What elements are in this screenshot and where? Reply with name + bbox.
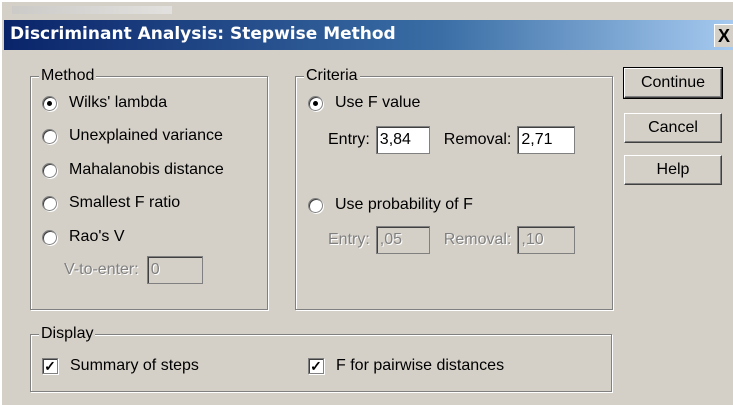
method-option-label: Mahalanobis distance bbox=[69, 161, 224, 178]
dialog-window: Discriminant Analysis: Stepwise Method X… bbox=[0, 0, 733, 405]
criteria-legend: Criteria bbox=[304, 67, 360, 85]
f-removal-label: Removal: bbox=[443, 131, 512, 148]
radio-icon[interactable] bbox=[42, 162, 57, 178]
v-to-enter-label: V-to-enter: bbox=[64, 261, 139, 278]
background-window-title bbox=[12, 6, 172, 14]
checkbox-icon[interactable]: ✓ bbox=[42, 358, 58, 374]
cancel-button[interactable]: Cancel bbox=[624, 113, 722, 143]
close-button[interactable]: X bbox=[714, 24, 733, 47]
method-option-raos-v[interactable]: Rao's V bbox=[42, 228, 125, 246]
p-entry-label: Entry: bbox=[328, 231, 370, 248]
title-bar[interactable]: Discriminant Analysis: Stepwise Method X bbox=[4, 20, 733, 50]
p-removal-field[interactable]: ,10 bbox=[517, 226, 576, 254]
close-icon: X bbox=[717, 26, 730, 46]
use-f-value-label: Use F value bbox=[335, 94, 421, 111]
method-option-label: Rao's V bbox=[69, 228, 125, 245]
f-pairwise-label: F for pairwise distances bbox=[336, 357, 505, 374]
method-option-label: Smallest F ratio bbox=[69, 194, 181, 211]
method-option-label: Wilks' lambda bbox=[69, 94, 168, 111]
window-title: Discriminant Analysis: Stepwise Method bbox=[10, 24, 396, 44]
radio-icon[interactable] bbox=[308, 95, 323, 111]
f-entry-label: Entry: bbox=[328, 131, 370, 148]
method-option-mahalanobis[interactable]: Mahalanobis distance bbox=[42, 161, 224, 179]
method-option-wilks[interactable]: Wilks' lambda bbox=[42, 94, 167, 112]
use-probability-label: Use probability of F bbox=[335, 196, 473, 213]
radio-icon[interactable] bbox=[42, 195, 57, 211]
display-summary-of-steps[interactable]: ✓ Summary of steps bbox=[42, 357, 199, 375]
method-option-unexplained-variance[interactable]: Unexplained variance bbox=[42, 127, 223, 145]
method-legend: Method bbox=[39, 67, 97, 85]
p-removal-label: Removal: bbox=[443, 231, 512, 248]
probability-fields: Entry: ,05 Removal: ,10 bbox=[328, 226, 576, 254]
f-removal-field[interactable]: 2,71 bbox=[517, 126, 576, 154]
checkbox-icon[interactable]: ✓ bbox=[308, 358, 324, 374]
radio-icon[interactable] bbox=[42, 95, 57, 111]
radio-icon[interactable] bbox=[42, 229, 57, 245]
display-legend: Display bbox=[39, 325, 96, 343]
summary-of-steps-label: Summary of steps bbox=[70, 357, 199, 374]
help-button[interactable]: Help bbox=[624, 155, 722, 185]
f-value-fields: Entry: 3,84 Removal: 2,71 bbox=[328, 126, 576, 154]
method-option-smallest-f[interactable]: Smallest F ratio bbox=[42, 194, 180, 212]
method-option-label: Unexplained variance bbox=[69, 127, 223, 144]
criteria-use-f-value[interactable]: Use F value bbox=[308, 94, 420, 112]
v-to-enter-field[interactable]: 0 bbox=[146, 256, 203, 284]
radio-icon[interactable] bbox=[42, 128, 57, 144]
p-entry-field[interactable]: ,05 bbox=[375, 226, 430, 254]
continue-button[interactable]: Continue bbox=[623, 67, 723, 99]
f-entry-field[interactable]: 3,84 bbox=[375, 126, 430, 154]
display-f-pairwise[interactable]: ✓ F for pairwise distances bbox=[308, 357, 504, 375]
radio-icon[interactable] bbox=[308, 197, 323, 213]
v-to-enter-row: V-to-enter: 0 bbox=[64, 256, 203, 284]
criteria-use-probability[interactable]: Use probability of F bbox=[308, 196, 473, 214]
